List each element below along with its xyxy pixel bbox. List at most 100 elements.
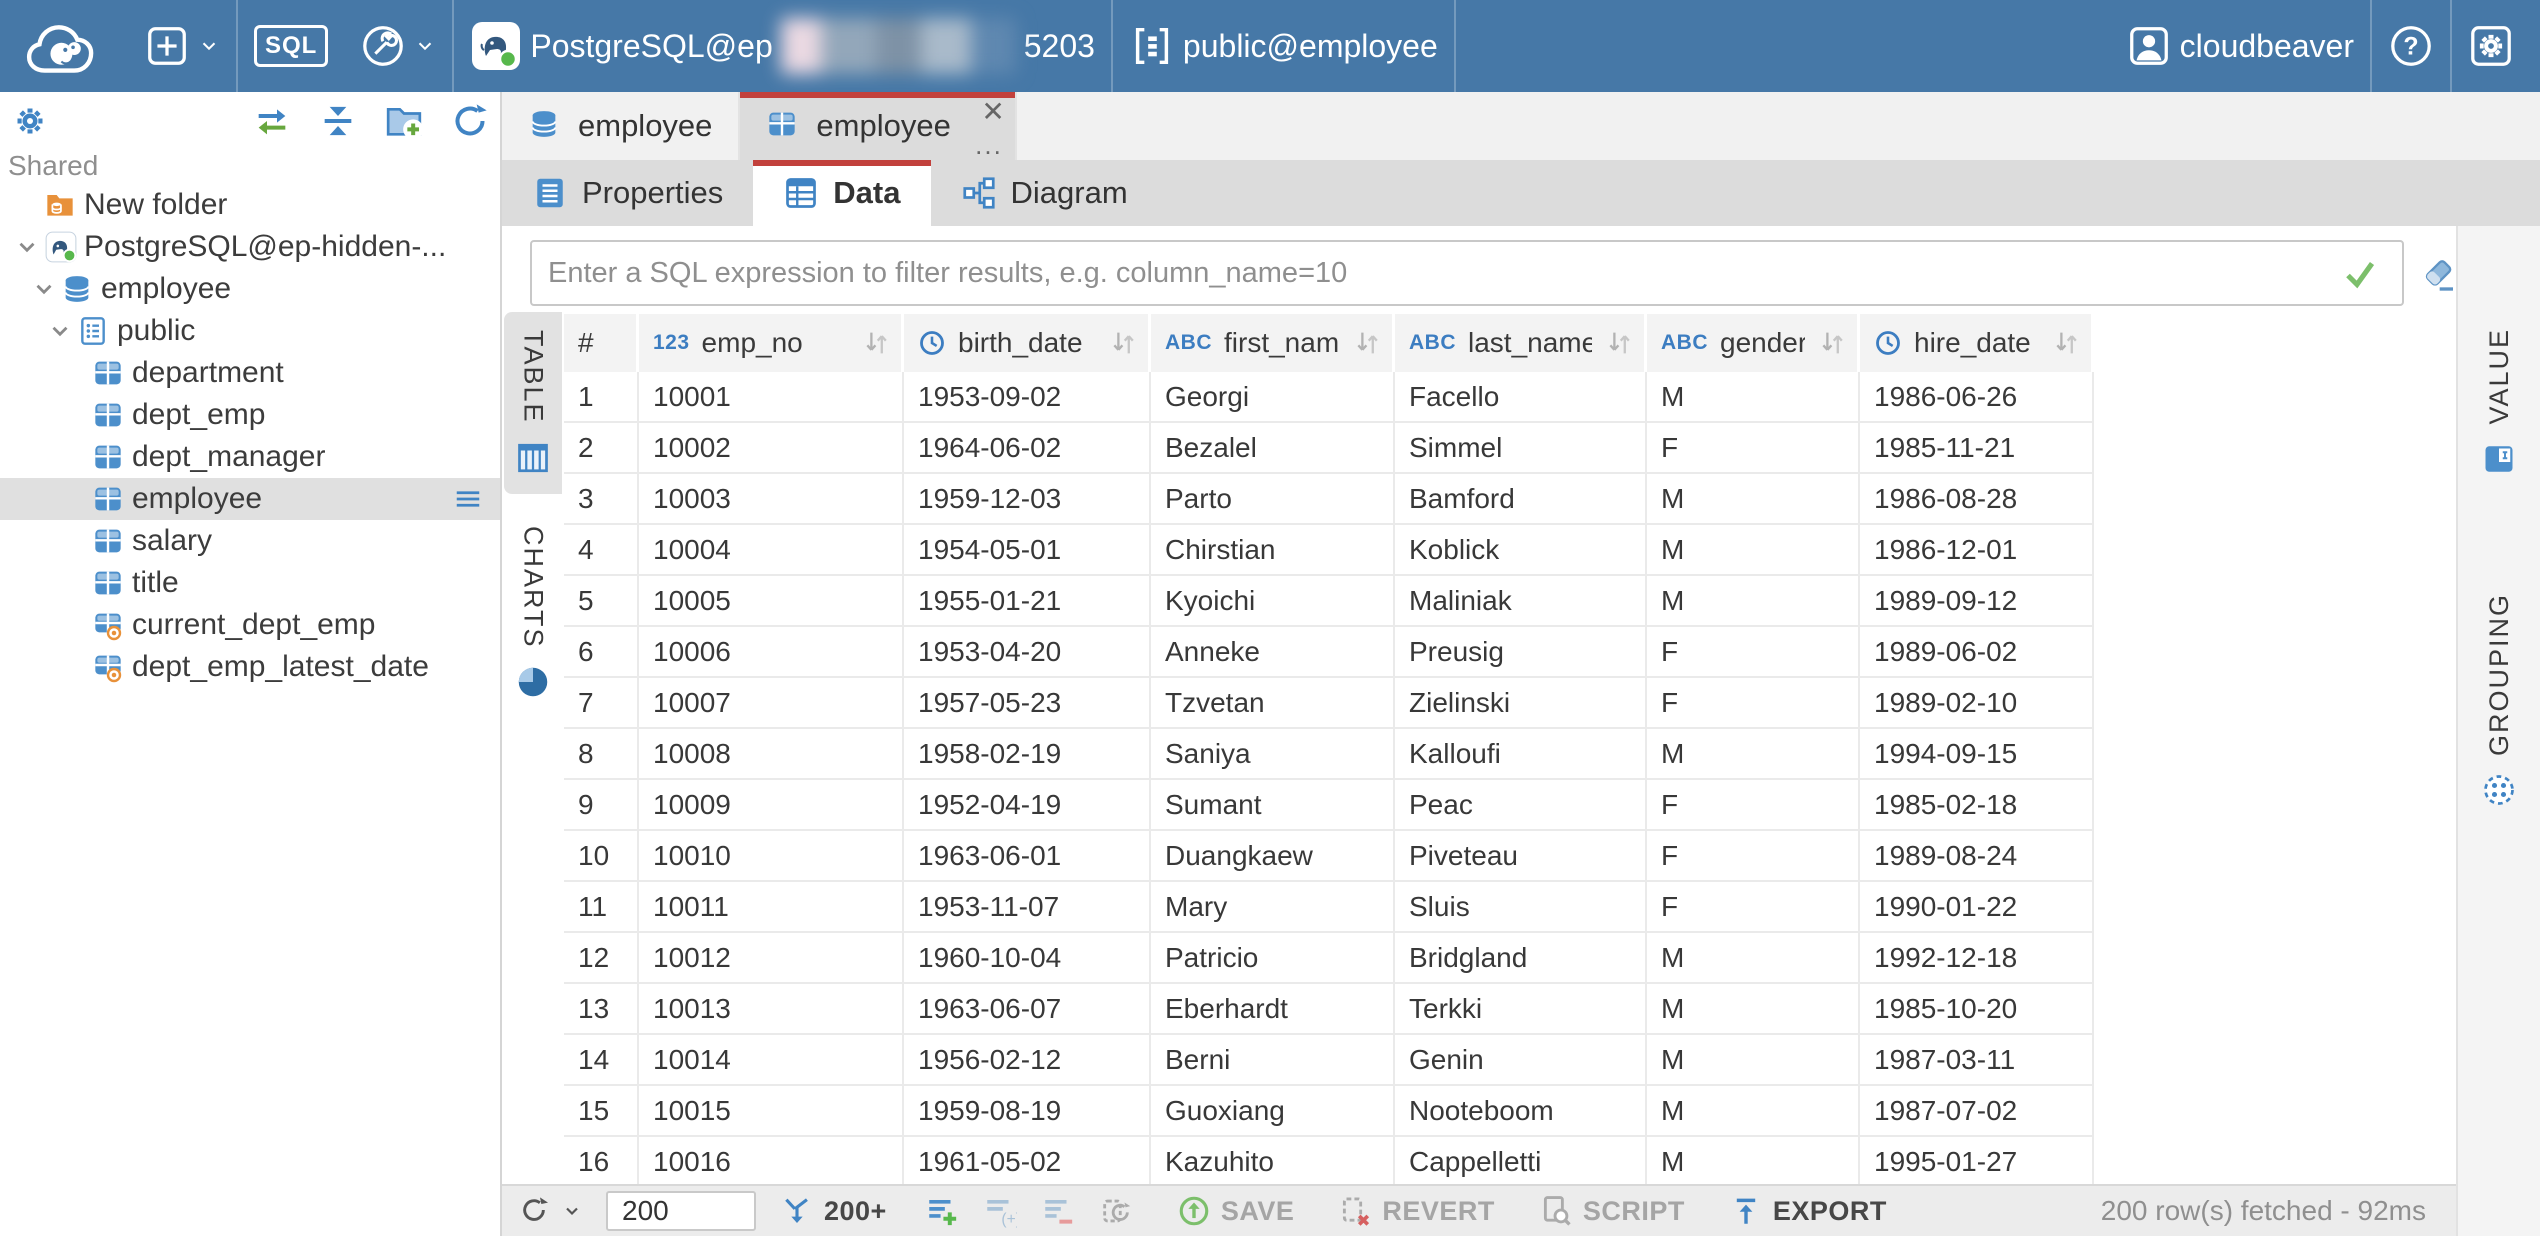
collapse-all-icon[interactable]: [318, 101, 358, 141]
fetch-more-button[interactable]: 200+: [780, 1194, 887, 1228]
cell-birth_date[interactable]: 1952-04-19: [904, 780, 1151, 831]
cell-emp_no[interactable]: 10012: [639, 933, 904, 984]
cell-hire_date[interactable]: 1986-12-01: [1860, 525, 2094, 576]
cell-last_name[interactable]: Sluis: [1395, 882, 1647, 933]
column-header-birth_date[interactable]: birth_date: [904, 314, 1151, 372]
cell-gender[interactable]: M: [1647, 1086, 1860, 1137]
cell-first_name[interactable]: Eberhardt: [1151, 984, 1395, 1035]
cell-hire_date[interactable]: 1989-02-10: [1860, 678, 2094, 729]
cell-emp_no[interactable]: 10009: [639, 780, 904, 831]
cell-first_name[interactable]: Saniya: [1151, 729, 1395, 780]
tab-data[interactable]: Data: [753, 160, 930, 226]
cell-hire_date[interactable]: 1990-01-22: [1860, 882, 2094, 933]
delete-row-icon[interactable]: [1041, 1194, 1075, 1228]
cell-birth_date[interactable]: 1954-05-01: [904, 525, 1151, 576]
cell-emp_no[interactable]: 10007: [639, 678, 904, 729]
cell-hire_date[interactable]: 1986-06-26: [1860, 372, 2094, 423]
panel-tab-grouping[interactable]: GROUPING: [2481, 575, 2517, 826]
cell-emp_no[interactable]: 10006: [639, 627, 904, 678]
cell-last_name[interactable]: Preusig: [1395, 627, 1647, 678]
cell-first_name[interactable]: Tzvetan: [1151, 678, 1395, 729]
new-object-button[interactable]: [128, 0, 236, 92]
cell-birth_date[interactable]: 1957-05-23: [904, 678, 1151, 729]
sort-icon[interactable]: [1604, 328, 1634, 358]
cell-last_name[interactable]: Terkki: [1395, 984, 1647, 1035]
tab-properties[interactable]: Properties: [502, 160, 753, 226]
user-menu-button[interactable]: cloudbeaver: [2110, 0, 2370, 92]
sidebar-settings-gear-icon[interactable]: [10, 101, 50, 141]
cell-first_name[interactable]: Kazuhito: [1151, 1137, 1395, 1184]
cell-hire_date[interactable]: 1986-08-28: [1860, 474, 2094, 525]
revert-button[interactable]: REVERT: [1338, 1194, 1495, 1228]
cell-first_name[interactable]: Patricio: [1151, 933, 1395, 984]
cell-emp_no[interactable]: 10014: [639, 1035, 904, 1086]
cell-gender[interactable]: M: [1647, 729, 1860, 780]
cell-gender[interactable]: F: [1647, 882, 1860, 933]
cell-first_name[interactable]: Berni: [1151, 1035, 1395, 1086]
cell-emp_no[interactable]: 10013: [639, 984, 904, 1035]
tree-item-salary[interactable]: salary: [0, 520, 500, 562]
refresh-tree-icon[interactable]: [450, 101, 490, 141]
column-header-gender[interactable]: ABCgender: [1647, 314, 1860, 372]
cell-last_name[interactable]: Maliniak: [1395, 576, 1647, 627]
cell-last_name[interactable]: Peac: [1395, 780, 1647, 831]
new-folder-icon[interactable]: [384, 101, 424, 141]
tree-item-employee[interactable]: employee: [0, 268, 500, 310]
cell-last_name[interactable]: Facello: [1395, 372, 1647, 423]
cell-gender[interactable]: F: [1647, 678, 1860, 729]
cell-birth_date[interactable]: 1953-04-20: [904, 627, 1151, 678]
cell-gender[interactable]: M: [1647, 576, 1860, 627]
cell-first_name[interactable]: Anneke: [1151, 627, 1395, 678]
cell-birth_date[interactable]: 1963-06-07: [904, 984, 1151, 1035]
row-limit-input[interactable]: [606, 1191, 756, 1231]
cell-first_name[interactable]: Georgi: [1151, 372, 1395, 423]
cell-first_name[interactable]: Guoxiang: [1151, 1086, 1395, 1137]
cell-gender[interactable]: M: [1647, 984, 1860, 1035]
tree-item-employee[interactable]: employee: [0, 478, 500, 520]
cell-emp_no[interactable]: 10010: [639, 831, 904, 882]
column-header-hire_date[interactable]: hire_date: [1860, 314, 2094, 372]
cell-birth_date[interactable]: 1953-09-02: [904, 372, 1151, 423]
cell-first_name[interactable]: Sumant: [1151, 780, 1395, 831]
cell-first_name[interactable]: Chirstian: [1151, 525, 1395, 576]
cell-gender[interactable]: M: [1647, 372, 1860, 423]
settings-button[interactable]: [2452, 0, 2540, 92]
apply-filter-check-icon[interactable]: [2342, 256, 2378, 292]
tree-item-dept-manager[interactable]: dept_manager: [0, 436, 500, 478]
cell-birth_date[interactable]: 1961-05-02: [904, 1137, 1151, 1184]
cell-birth_date[interactable]: 1956-02-12: [904, 1035, 1151, 1086]
tree-item-menu-icon[interactable]: [450, 484, 486, 514]
cell-last_name[interactable]: Bridgland: [1395, 933, 1647, 984]
sort-icon[interactable]: [861, 328, 891, 358]
sql-filter-input[interactable]: [530, 240, 2404, 306]
cell-last_name[interactable]: Nooteboom: [1395, 1086, 1647, 1137]
cell-birth_date[interactable]: 1959-12-03: [904, 474, 1151, 525]
cell-last_name[interactable]: Simmel: [1395, 423, 1647, 474]
cell-hire_date[interactable]: 1994-09-15: [1860, 729, 2094, 780]
save-button[interactable]: SAVE: [1177, 1194, 1295, 1228]
chevron-down-icon[interactable]: [43, 317, 77, 345]
tree-item-current-dept-emp[interactable]: current_dept_emp: [0, 604, 500, 646]
panel-tab-value[interactable]: VALUE: [2481, 310, 2517, 495]
cell-last_name[interactable]: Genin: [1395, 1035, 1647, 1086]
link-with-editor-icon[interactable]: [252, 101, 292, 141]
add-row-icon[interactable]: [925, 1194, 959, 1228]
cell-birth_date[interactable]: 1955-01-21: [904, 576, 1151, 627]
cell-emp_no[interactable]: 10005: [639, 576, 904, 627]
tree-item-public[interactable]: public: [0, 310, 500, 352]
cell-first_name[interactable]: Parto: [1151, 474, 1395, 525]
driver-tools-button[interactable]: [344, 0, 452, 92]
column-header-first_name[interactable]: ABCfirst_name: [1151, 314, 1395, 372]
app-logo[interactable]: [0, 0, 128, 92]
cell-birth_date[interactable]: 1963-06-01: [904, 831, 1151, 882]
refresh-results-button[interactable]: [518, 1194, 582, 1228]
cell-gender[interactable]: F: [1647, 627, 1860, 678]
cell-hire_date[interactable]: 1995-01-27: [1860, 1137, 2094, 1184]
clear-filter-eraser-icon[interactable]: [2418, 254, 2458, 294]
help-button[interactable]: ?: [2372, 0, 2450, 92]
sort-icon[interactable]: [1352, 328, 1382, 358]
script-button[interactable]: SCRIPT: [1539, 1194, 1685, 1228]
chevron-down-icon[interactable]: [10, 233, 44, 261]
chevron-down-icon[interactable]: [27, 275, 61, 303]
cell-emp_no[interactable]: 10015: [639, 1086, 904, 1137]
